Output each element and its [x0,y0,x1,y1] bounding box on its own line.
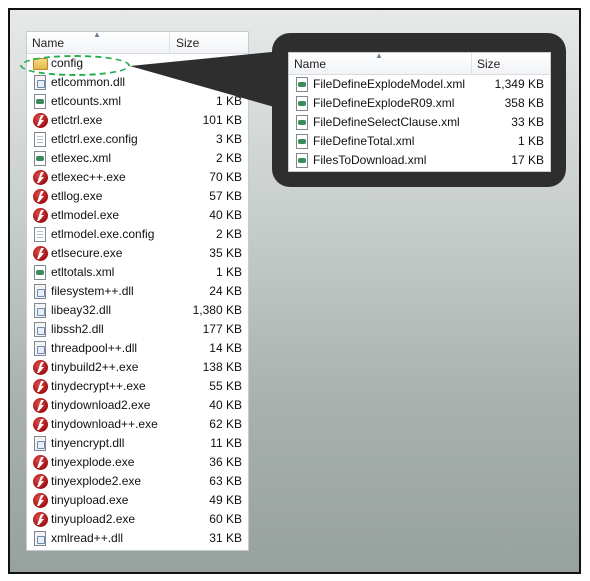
file-row[interactable]: FileDefineExplodeModel.xml 1,349 KB [289,75,550,94]
file-name: FileDefineTotal.xml [313,134,415,148]
xml-icon [296,96,308,111]
xml-icon [296,77,308,92]
xml-icon [296,115,308,130]
file-size: 358 KB [504,96,544,110]
file-size: 17 KB [511,153,544,167]
file-row[interactable]: FileDefineSelectClause.xml 33 KB [289,113,550,132]
sort-ascending-icon: ▲ [375,51,383,60]
file-row[interactable]: FileDefineExplodeR09.xml 358 KB [289,94,550,113]
file-name: FilesToDownload.xml [313,153,427,167]
config-folder-contents-pane: Name ▲ Size FileDefineExplodeModel.xml 1,… [288,51,551,172]
size-column-header[interactable]: Size [477,57,500,71]
file-size: 1,349 KB [494,77,544,91]
config-list-header: Name ▲ Size [289,51,550,75]
file-size: 1 KB [517,134,544,148]
file-row[interactable]: FilesToDownload.xml 17 KB [289,151,550,170]
config-list-body: FileDefineExplodeModel.xml 1,349 KB FileDe… [289,75,550,170]
name-column-header[interactable]: Name [294,57,326,71]
file-name: FileDefineExplodeModel.xml [313,77,466,91]
file-size: 33 KB [511,115,544,129]
file-row[interactable]: FileDefineTotal.xml 1 KB [289,132,550,151]
file-name: FileDefineExplodeR09.xml [313,96,455,110]
xml-icon [296,134,308,149]
xml-icon [296,153,308,168]
column-divider[interactable] [471,53,472,74]
file-name: FileDefineSelectClause.xml [313,115,460,129]
